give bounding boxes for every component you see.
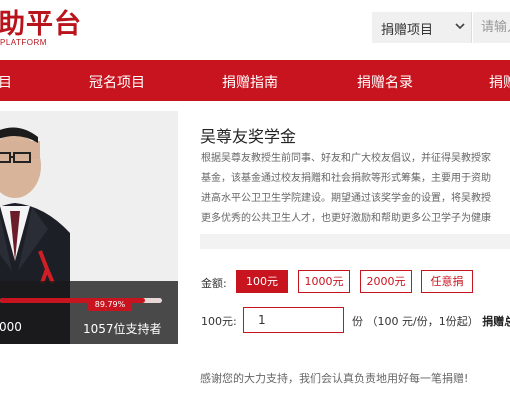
progress-bar <box>0 298 162 303</box>
main-nav: 目 冠名项目 捐赠指南 捐赠名录 捐赠用 <box>0 60 510 101</box>
amount-option-100[interactable]: 100元 <box>236 270 288 293</box>
amount-option-custom[interactable]: 任意捐 <box>421 270 473 293</box>
project-title: 吴尊友奖学金 <box>200 127 297 146</box>
quantity-input[interactable] <box>243 307 344 333</box>
nav-item-projects[interactable]: 目 <box>0 72 12 92</box>
total-amount-label: 捐赠总金 <box>482 315 510 328</box>
site-logo-subtitle: PLATFORM <box>0 38 47 47</box>
divider-bar <box>200 234 510 249</box>
supporter-count: 1057位支持者 <box>83 322 162 336</box>
description-line: 更多优秀的公共卫生人才，也更好激励和帮助更多公卫学子为健康 <box>201 213 491 224</box>
unit-text: 份 （100 元/份，1份起） <box>352 315 479 328</box>
description-line: 基金，该基金通过校友捐赠和社会捐款等形式筹集，主要用于资助 <box>201 173 491 184</box>
description-line: 根据吴尊友教授生前同事、好友和广大校友倡议，并征得吴教授家 <box>201 153 491 164</box>
raised-amount: 000 <box>0 320 22 334</box>
site-header: 助平台 PLATFORM 捐赠项目 <box>0 0 510 60</box>
thank-you-message: 感谢您的大力支持，我们会认真负责地用好每一笔捐赠! <box>200 372 469 385</box>
nav-item-named-projects[interactable]: 冠名项目 <box>89 72 145 92</box>
project-description: 根据吴尊友教授生前同事、好友和广大校友倡议，并征得吴教授家 基金，该基金通过校友… <box>201 149 510 229</box>
nav-item-donation-use[interactable]: 捐赠用 <box>489 72 510 92</box>
site-logo[interactable]: 助平台 <box>0 2 82 41</box>
nav-item-donation-guide[interactable]: 捐赠指南 <box>222 72 278 92</box>
project-type-select[interactable]: 捐赠项目 <box>372 12 472 43</box>
amount-label: 金额: <box>201 277 227 290</box>
amount-option-2000[interactable]: 2000元 <box>360 270 412 293</box>
project-type-select-value: 捐赠项目 <box>381 23 434 38</box>
description-line: 进高水平公卫卫生学院建设。期望通过该奖学金的设置，将吴教授 <box>201 193 491 204</box>
quantity-label: 100元: <box>201 315 237 328</box>
unit-note: 份 （100 元/份，1份起） 捐赠总金 <box>352 313 510 329</box>
nav-item-donor-list[interactable]: 捐赠名录 <box>357 72 413 92</box>
progress-percent-badge: 89.79% <box>88 299 132 311</box>
amount-option-1000[interactable]: 1000元 <box>298 270 350 293</box>
search-input[interactable] <box>473 12 510 43</box>
chevron-down-icon <box>455 23 465 30</box>
